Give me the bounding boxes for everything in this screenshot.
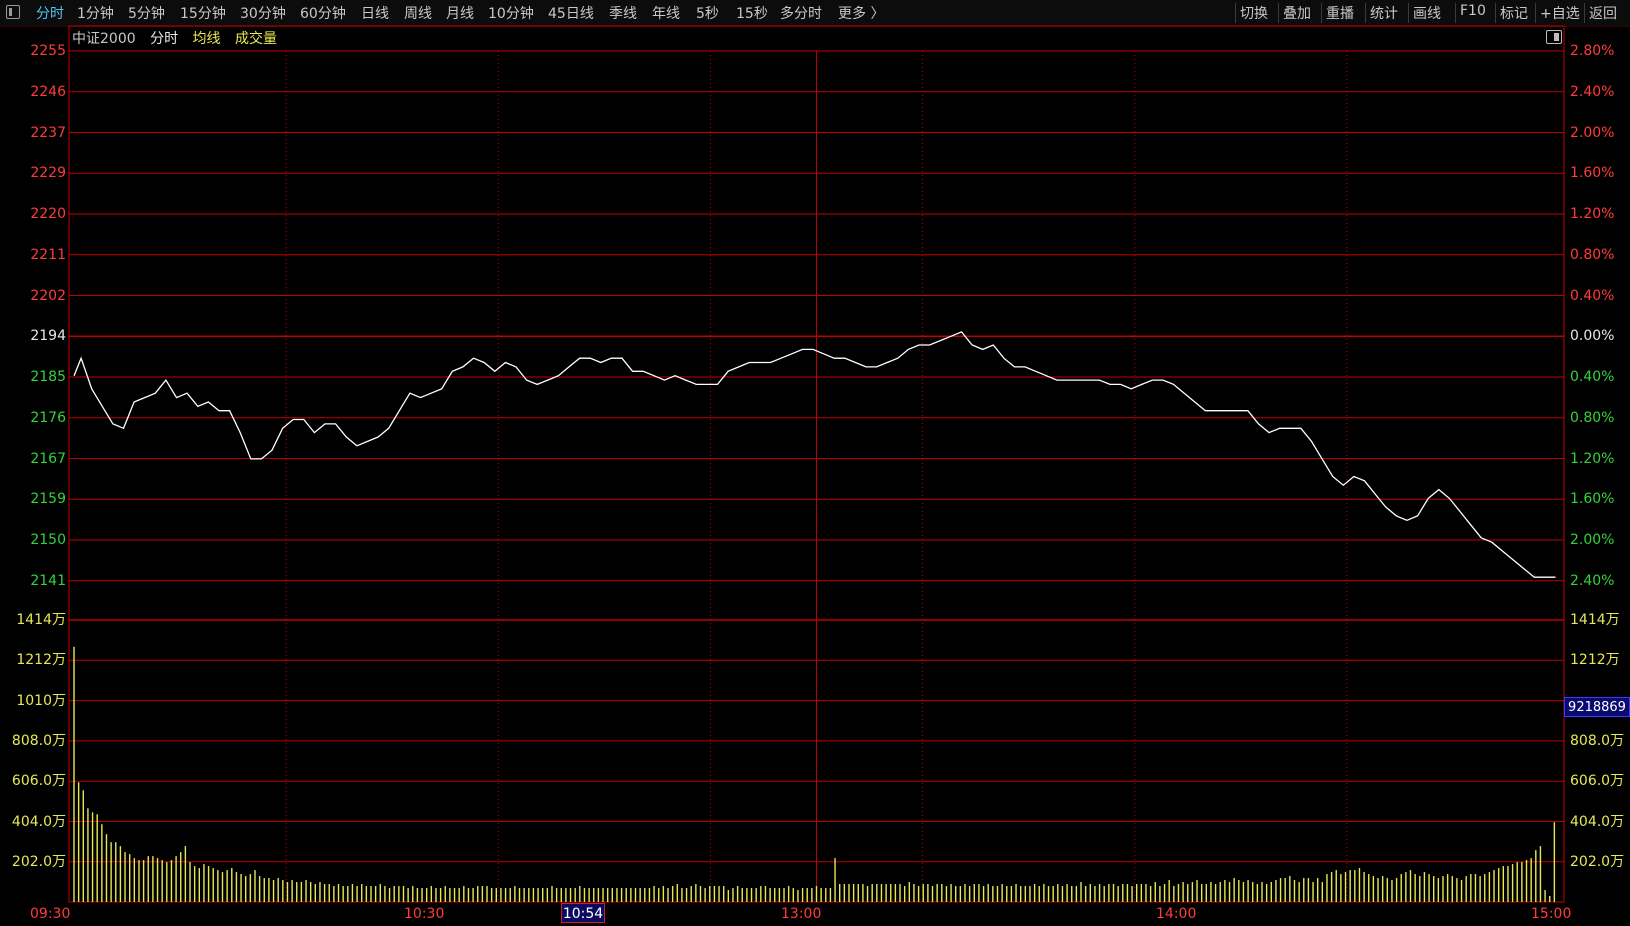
price-axis-right-label: 1.60% — [1570, 491, 1615, 508]
price-axis-right-label: 1.20% — [1570, 206, 1615, 222]
price-axis-right-label: 0.40% — [1570, 287, 1615, 304]
time-axis-label: 15:00 — [1531, 906, 1572, 922]
price-axis-left-label: 2185 — [30, 369, 66, 385]
chart-header: 中证2000 分时 均线 成交量 — [72, 28, 287, 48]
volume-axis-right-label: 808.0万 — [1570, 732, 1625, 749]
price-axis-right-label: 1.60% — [1570, 165, 1615, 182]
price-axis-left-label: 2159 — [30, 491, 66, 508]
price-axis-left-label: 2176 — [30, 409, 66, 426]
index-name: 中证2000 — [72, 31, 136, 47]
volume-axis-left-label: 1414万 — [16, 612, 66, 628]
panel-toggle-icon[interactable] — [1546, 30, 1562, 44]
price-axis-right-label: 2.00% — [1570, 124, 1615, 141]
volume-axis-left-label: 1212万 — [16, 652, 66, 669]
volume-axis-right-label: 1414万 — [1570, 612, 1620, 628]
price-axis-left-label: 2167 — [30, 450, 66, 467]
price-axis-right-label: 0.00% — [1570, 328, 1615, 345]
avg-line-label[interactable]: 均线 — [193, 31, 221, 47]
time-axis-label: 10:30 — [404, 906, 445, 922]
price-axis-left-label: 2237 — [30, 124, 66, 141]
volume-axis-left-label: 808.0万 — [11, 732, 66, 749]
price-axis-left-label: 2150 — [30, 532, 66, 548]
price-axis-left-label: 2229 — [30, 165, 66, 182]
price-axis-left-label: 2194 — [30, 328, 66, 345]
volume-axis-left-label: 404.0万 — [11, 813, 66, 830]
price-axis-right-label: 0.40% — [1570, 369, 1615, 385]
volume-axis-right-label: 404.0万 — [1570, 813, 1625, 830]
volume-axis-right-label: 202.0万 — [1570, 853, 1625, 870]
intraday-chart — [68, 25, 1565, 903]
volume-axis-right-label: 606.0万 — [1570, 773, 1625, 790]
price-axis-left-label: 2202 — [30, 287, 66, 304]
price-axis-left-label: 2220 — [30, 206, 66, 222]
price-axis-right-label: 2.00% — [1570, 532, 1615, 548]
price-axis-right-label: 2.40% — [1570, 572, 1615, 589]
price-axis-right-label: 0.80% — [1570, 246, 1615, 263]
time-axis-label: 14:00 — [1156, 906, 1197, 922]
volume-label[interactable]: 成交量 — [235, 31, 277, 47]
price-axis-right-label: 1.20% — [1570, 450, 1615, 467]
time-axis-label: 09:30 — [30, 906, 71, 922]
mode-label[interactable]: 分时 — [150, 31, 178, 47]
price-axis-left-label: 2255 — [30, 43, 66, 59]
price-axis-left-label: 2246 — [30, 83, 66, 100]
price-axis-right-label: 0.80% — [1570, 409, 1615, 426]
volume-axis-left-label: 606.0万 — [11, 773, 66, 790]
price-axis-right-label: 2.80% — [1570, 43, 1615, 59]
crosshair-time-label: 10:54 — [561, 903, 605, 923]
time-axis-label: 13:00 — [781, 906, 822, 922]
price-axis-right-label: 2.40% — [1570, 83, 1615, 100]
price-axis-left-label: 2141 — [30, 572, 66, 589]
volume-axis-left-label: 202.0万 — [11, 853, 66, 870]
crosshair-value-label: 9218869 — [1564, 697, 1630, 717]
volume-axis-right-label: 1212万 — [1570, 652, 1620, 669]
volume-axis-left-label: 1010万 — [16, 692, 66, 709]
price-axis-left-label: 2211 — [30, 246, 66, 263]
